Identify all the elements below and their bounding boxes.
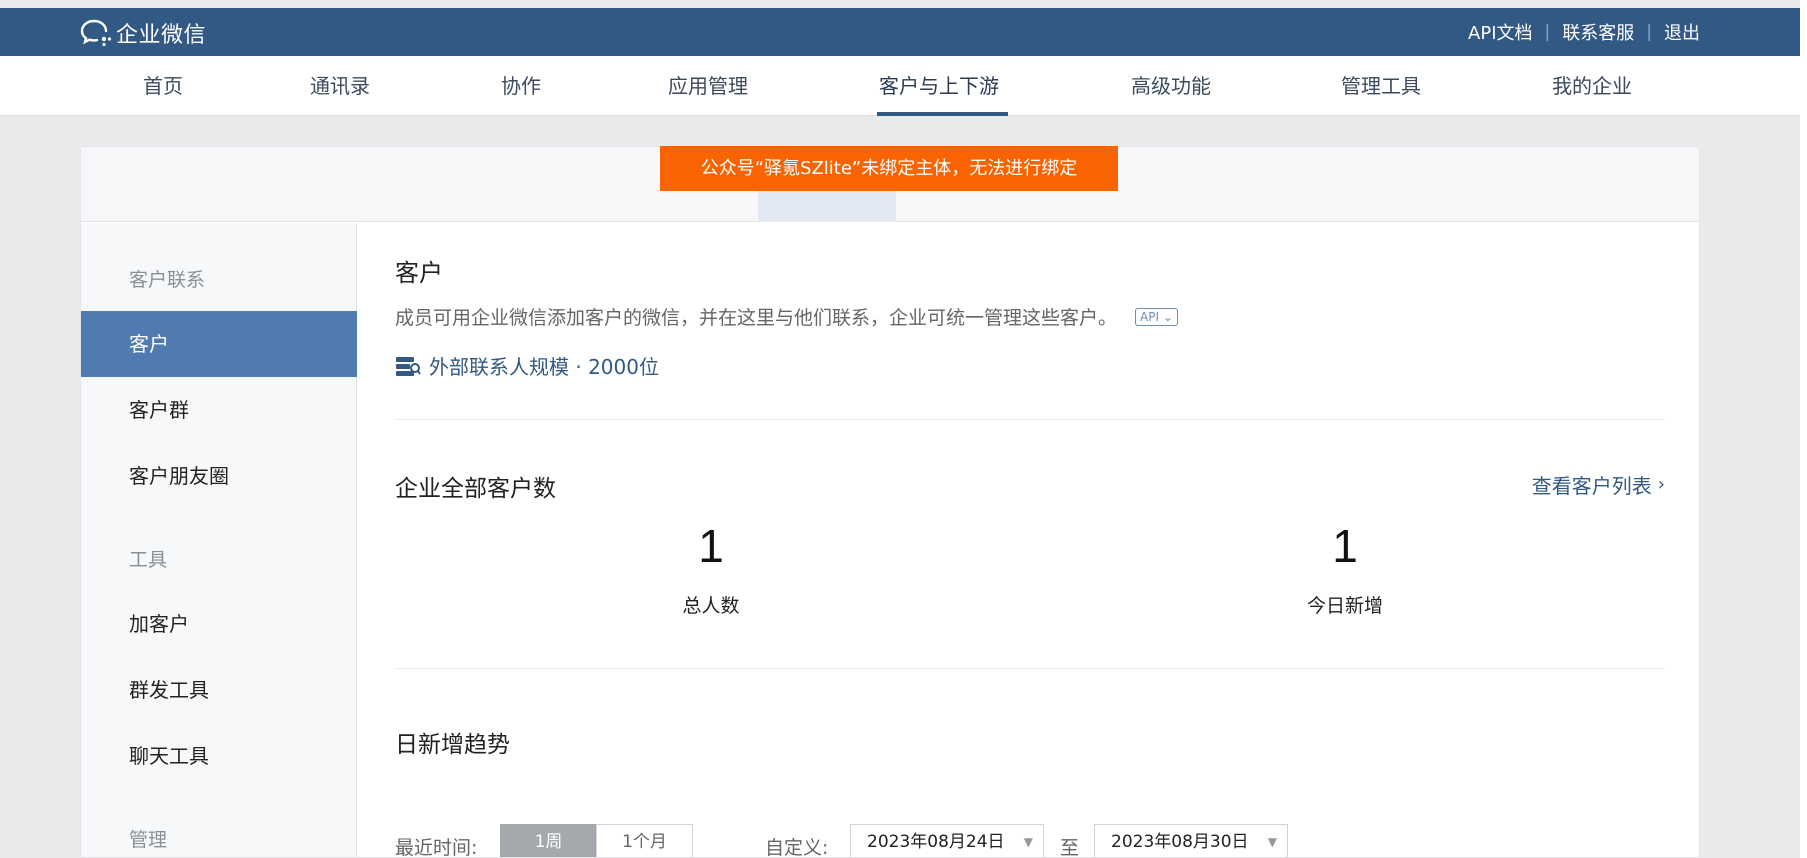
chevron-right-icon: › [1657,474,1665,495]
total-count-value: 1 [698,520,724,572]
content-area: 客户 成员可用企业微信添加客户的微信，并在这里与他们联系，企业可统一管理这些客户… [395,223,1665,858]
sidebar-item-mass-send[interactable]: 群发工具 [81,657,357,723]
total-customers-title: 企业全部客户数 [395,476,556,502]
chevron-down-icon: ⌄ [1162,309,1173,324]
period-1-week[interactable]: 1周 [500,824,597,857]
section-divider [395,668,1665,669]
view-customer-list-link[interactable]: 查看客户列表 › [1532,470,1665,499]
end-date-select[interactable]: 2023年08月30日 ▼ [1094,824,1288,857]
nav-contacts[interactable]: 通讯录 [310,56,370,116]
contact-support-link[interactable]: 联系客服 [1562,19,1634,45]
today-new-label: 今日新增 [1306,595,1383,617]
top-bar: 企业微信 API文档 | 联系客服 | 退出 [0,8,1800,56]
description-text: 成员可用企业微信添加客户的微信，并在这里与他们联系，企业可统一管理这些客户。 [395,307,1118,329]
nav-customers[interactable]: 客户与上下游 [879,56,999,116]
wecom-logo-icon [80,19,112,47]
window-edge [1800,0,1807,858]
api-badge-label: API [1140,309,1159,324]
sub-tab-active[interactable] [758,189,896,222]
sidebar-item-add-customer[interactable]: 加客户 [81,591,357,657]
link-separator: | [1646,22,1652,42]
sidebar-item-chat-tools[interactable]: 聊天工具 [81,723,357,789]
total-count-label: 总人数 [682,595,740,617]
nav-home[interactable]: 首页 [143,56,183,116]
link-separator: | [1544,22,1551,42]
section-divider [395,419,1665,420]
sidebar-group-management: 管理 [129,829,168,851]
sidebar: 客户联系 客户 客户群 客户朋友圈 工具 加客户 群发工具 聊天工具 管理 [81,223,357,857]
daily-trend-title: 日新增趋势 [395,732,510,758]
start-date-value: 2023年08月24日 [867,832,1005,852]
api-dropdown[interactable]: API ⌄ [1135,307,1178,326]
sidebar-group-customer-contact: 客户联系 [129,269,206,291]
nav-management-tools[interactable]: 管理工具 [1341,56,1421,116]
sub-tab[interactable] [931,189,1011,222]
dropdown-arrow-icon: ▼ [1267,835,1277,849]
to-label: 至 [1060,837,1080,858]
page-description: 成员可用企业微信添加客户的微信，并在这里与他们联系，企业可统一管理这些客户。 A… [395,303,1178,330]
nav-my-enterprise[interactable]: 我的企业 [1552,56,1632,116]
dropdown-arrow-icon: ▼ [1023,835,1033,849]
nav-app-management[interactable]: 应用管理 [668,56,748,116]
view-customer-list-label: 查看客户列表 [1531,474,1652,498]
top-links: API文档 | 联系客服 | 退出 [1468,8,1700,56]
sidebar-item-customers[interactable]: 客户 [81,311,357,377]
contact-scale-link[interactable]: 外部联系人规模 · 2000位 [395,351,659,380]
main-card: 客户联系 客户 客户群 客户朋友圈 工具 加客户 群发工具 聊天工具 管理 客户… [80,146,1700,858]
nav-active-indicator [877,112,1008,116]
brand-name: 企业微信 [116,23,207,48]
today-new-value: 1 [1332,520,1358,572]
api-docs-link[interactable]: API文档 [1468,19,1532,45]
sidebar-item-customer-groups[interactable]: 客户群 [81,377,357,443]
nav-advanced[interactable]: 高级功能 [1131,56,1211,116]
page-title: 客户 [395,259,443,287]
period-1-month[interactable]: 1个月 [596,824,693,857]
end-date-value: 2023年08月30日 [1111,832,1249,852]
nav-collaboration[interactable]: 协作 [501,56,541,116]
logout-link[interactable]: 退出 [1664,19,1700,45]
start-date-select[interactable]: 2023年08月24日 ▼ [850,824,1044,857]
database-icon [396,356,421,376]
sidebar-item-customer-moments[interactable]: 客户朋友圈 [81,443,357,509]
error-toast: 公众号“驿氪SZlite”未绑定主体，无法进行绑定 [660,146,1118,191]
custom-range-label: 自定义: [765,837,829,858]
scale-text: 外部联系人规模 · 2000位 [429,355,659,379]
main-nav: 首页 通讯录 协作 应用管理 客户与上下游 高级功能 管理工具 我的企业 [0,56,1800,116]
brand-logo[interactable]: 企业微信 [80,17,206,49]
recent-time-label: 最近时间: [395,837,478,858]
sidebar-group-tools: 工具 [129,549,168,571]
